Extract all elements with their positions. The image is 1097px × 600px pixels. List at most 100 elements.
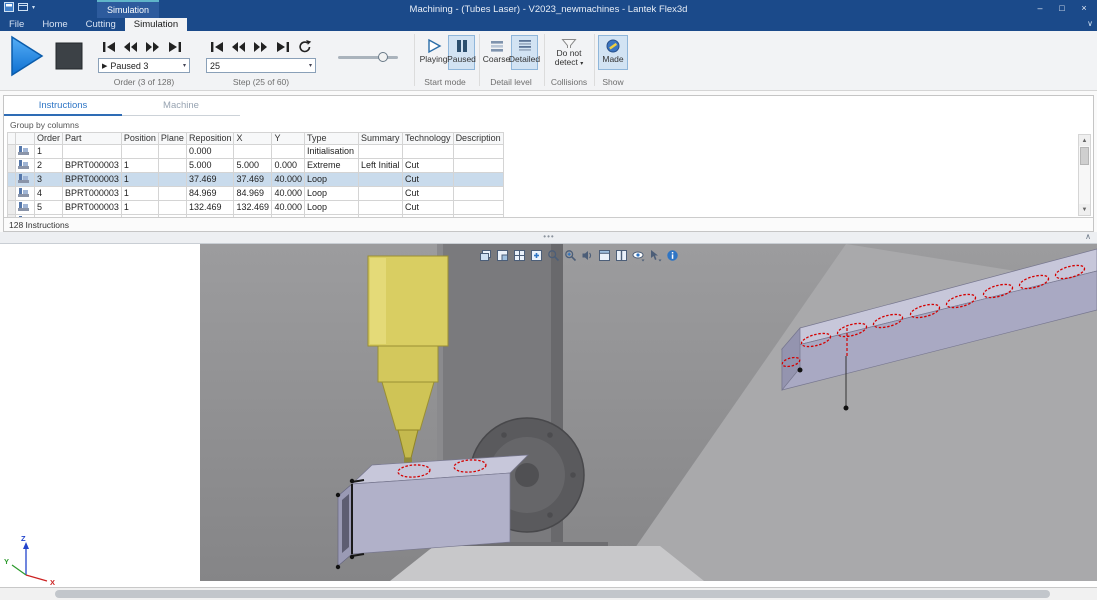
column-header-part[interactable]: Part — [63, 133, 122, 145]
eye-icon[interactable] — [631, 248, 646, 263]
table-body: 10.000Initialisation 2BPRT00000315.0005.… — [8, 145, 504, 229]
chevron-down-icon: ▾ — [580, 61, 583, 67]
window-grid-icon[interactable] — [512, 248, 527, 263]
speed-slider[interactable] — [338, 51, 398, 63]
scroll-up-icon[interactable]: ▲ — [1079, 135, 1090, 146]
start-mode-caption: Start mode — [412, 77, 478, 87]
stop-button[interactable] — [52, 40, 86, 74]
window-icon[interactable] — [18, 2, 28, 12]
scrollbar-thumb[interactable] — [1080, 147, 1089, 165]
collision-detect-button[interactable]: Do not detect ▾ — [549, 35, 589, 70]
magnifier-plus-icon[interactable] — [563, 248, 578, 263]
windows-cascade-icon[interactable] — [478, 248, 493, 263]
tab-machine[interactable]: Machine — [122, 96, 240, 116]
order-fast-back-icon[interactable] — [120, 38, 141, 55]
window-frame-icon[interactable] — [597, 248, 612, 263]
splitter-grip[interactable]: ••• — [538, 232, 560, 241]
order-fast-forward-icon[interactable] — [142, 38, 163, 55]
menu-tab-cutting[interactable]: Cutting — [77, 18, 125, 31]
instruction-icon-cell — [16, 173, 35, 187]
horizontal-splitter[interactable]: ••• ∧ — [0, 232, 1097, 244]
machine-3d-scene: Z Y X — [0, 244, 1097, 587]
instruction-row[interactable]: 5BPRT0000031132.469132.46940.000LoopCut — [8, 201, 504, 215]
close-button[interactable]: × — [1073, 0, 1095, 16]
column-header-description[interactable]: Description — [453, 133, 503, 145]
horizontal-scrollbar-thumb[interactable] — [55, 590, 1050, 598]
cell: Loop — [305, 173, 359, 187]
step-skip-start-icon[interactable] — [206, 38, 227, 55]
column-header-plane[interactable]: Plane — [158, 133, 186, 145]
detail-level-caption: Detail level — [478, 77, 544, 87]
magnifier-icon[interactable] — [546, 248, 561, 263]
instructions-count-status: 128 Instructions — [4, 217, 1093, 231]
cell: Cut — [403, 173, 454, 187]
menu-tab-home[interactable]: Home — [33, 18, 76, 31]
row-gutter — [8, 201, 16, 215]
collapse-panel-icon[interactable]: ∧ — [1085, 232, 1091, 241]
instruction-row[interactable]: 10.000Initialisation — [8, 145, 504, 159]
cursor-dropdown-icon[interactable] — [648, 248, 663, 263]
horizontal-scrollbar[interactable] — [0, 587, 1097, 600]
detailed-button[interactable]: Detailed — [511, 35, 538, 70]
order-combo[interactable]: ▶ Paused 3 ▾ — [98, 58, 190, 73]
window-new-icon[interactable] — [529, 248, 544, 263]
made-icon — [605, 38, 621, 54]
cell: 1 — [121, 173, 158, 187]
cell: Cut — [403, 159, 454, 173]
step-skip-end-icon[interactable] — [272, 38, 293, 55]
viewport-3d[interactable]: Z Y X — [0, 244, 1097, 587]
step-fast-back-icon[interactable] — [228, 38, 249, 55]
instruction-row[interactable]: 2BPRT00000315.0005.0000.000ExtremeLeft I… — [8, 159, 504, 173]
cell: 40.000 — [272, 187, 305, 201]
cell — [359, 201, 403, 215]
info-icon[interactable] — [665, 248, 680, 263]
step-fast-forward-icon[interactable] — [250, 38, 271, 55]
column-header-position[interactable]: Position — [121, 133, 158, 145]
column-header-y[interactable]: Y — [272, 133, 305, 145]
window-copy-icon[interactable] — [495, 248, 510, 263]
contextual-tab-simulation[interactable]: Simulation — [97, 0, 159, 18]
order-skip-start-icon[interactable] — [98, 38, 119, 55]
tab-instructions[interactable]: Instructions — [4, 96, 122, 116]
speaker-icon[interactable] — [580, 248, 595, 263]
panel-scrollbar[interactable]: ▲ ▼ — [1078, 134, 1091, 216]
axis-y-label: Y — [4, 557, 9, 566]
cell: Cut — [403, 201, 454, 215]
menu-tab-simulation[interactable]: Simulation — [125, 18, 187, 31]
column-header-x[interactable]: X — [234, 133, 272, 145]
qat-dropdown-icon[interactable]: ▾ — [32, 4, 35, 11]
column-header-reposition[interactable]: Reposition — [186, 133, 234, 145]
slider-thumb[interactable] — [378, 52, 388, 62]
order-skip-end-icon[interactable] — [164, 38, 185, 55]
cell: 1 — [121, 187, 158, 201]
row-gutter — [8, 187, 16, 201]
column-header-order[interactable]: Order — [35, 133, 63, 145]
minimize-button[interactable]: – — [1029, 0, 1051, 16]
show-caption: Show — [590, 77, 636, 87]
scroll-down-icon[interactable]: ▼ — [1079, 204, 1090, 215]
cell: 40.000 — [272, 173, 305, 187]
maximize-button[interactable]: □ — [1051, 0, 1073, 16]
collisions-caption: Collisions — [541, 77, 597, 87]
collapse-ribbon-icon[interactable]: ∨ — [1087, 19, 1093, 28]
cell: 132.469 — [186, 201, 234, 215]
instruction-row[interactable]: 4BPRT000003184.96984.96940.000LoopCut — [8, 187, 504, 201]
play-button[interactable] — [8, 35, 46, 79]
instruction-row[interactable]: 3BPRT000003137.46937.46940.000LoopCut — [8, 173, 504, 187]
cell: 40.000 — [272, 201, 305, 215]
column-header-type[interactable]: Type — [305, 133, 359, 145]
app-icon[interactable] — [4, 2, 14, 12]
quick-access-toolbar: ▾ — [4, 2, 35, 12]
playing-button[interactable]: Playing — [420, 35, 447, 70]
coarse-button[interactable]: Coarse — [483, 35, 510, 70]
show-made-button[interactable]: Made — [598, 35, 628, 70]
split-panels-icon[interactable] — [614, 248, 629, 263]
paused-button[interactable]: Paused — [448, 35, 475, 70]
column-header-technology[interactable]: Technology — [403, 133, 454, 145]
viewport-toolbar — [478, 248, 680, 263]
column-header-summary[interactable]: Summary — [359, 133, 403, 145]
step-combo[interactable]: 25 ▾ — [206, 58, 316, 73]
loop-icon[interactable] — [294, 38, 315, 55]
cell: 84.969 — [234, 187, 272, 201]
menu-tab-file[interactable]: File — [0, 18, 33, 31]
